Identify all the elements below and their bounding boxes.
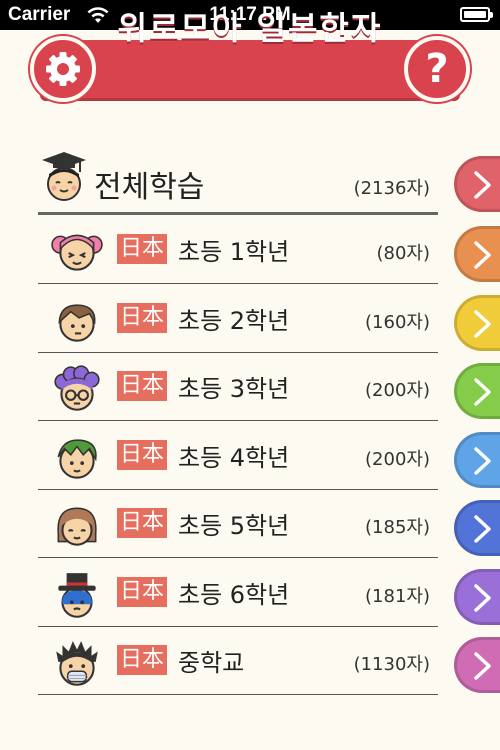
chevron-right-icon — [474, 171, 491, 199]
japan-badge: 日本 — [117, 576, 168, 607]
brown-hair-boy-avatar — [58, 303, 96, 342]
grade-label: 중학교 — [178, 649, 245, 677]
grade-count: (181자) — [365, 585, 430, 607]
gear-icon — [46, 52, 80, 86]
grade-count: (185자) — [365, 517, 430, 538]
grade-label: 초등 5학년 — [178, 512, 290, 540]
divider — [38, 694, 438, 695]
japan-badge: 日本 — [117, 234, 168, 264]
divider — [38, 420, 438, 421]
grade-count: (80자) — [376, 243, 430, 264]
grade-arrow-button[interactable] — [454, 637, 500, 693]
japan-badge: 日本 — [117, 371, 168, 401]
japan-badge: 日本 — [117, 645, 168, 675]
grade-arrow-button[interactable] — [454, 363, 500, 419]
purple-curly-hair-glasses-avatar — [54, 365, 100, 411]
divider — [38, 212, 438, 215]
chevron-right-icon — [474, 378, 491, 406]
grade-label: 초등 2학년 — [178, 306, 290, 335]
divider — [38, 557, 438, 558]
all-study-count: (2136자) — [353, 178, 430, 199]
chevron-right-icon — [474, 309, 491, 338]
grade-label: 초등 6학년 — [178, 580, 290, 609]
spiky-hair-mask-avatar — [56, 641, 98, 686]
brown-bob-girl-avatar — [57, 507, 97, 546]
all-study-label: 전체학습 — [94, 170, 205, 205]
chevron-right-icon — [474, 652, 491, 680]
grade-label: 초등 3학년 — [178, 375, 290, 403]
chevron-right-icon — [474, 241, 491, 269]
all-study-arrow-button[interactable] — [454, 156, 500, 212]
grade-arrow-button[interactable] — [454, 294, 500, 351]
grade-label: 초등 4학년 — [178, 443, 290, 472]
settings-button[interactable] — [30, 36, 96, 102]
divider — [38, 488, 438, 490]
divider — [38, 625, 438, 627]
grade-count: (200자) — [365, 380, 430, 401]
chevron-right-icon — [474, 446, 491, 475]
japan-badge: 日本 — [117, 439, 168, 470]
help-icon: ? — [425, 46, 449, 92]
grade-arrow-button[interactable] — [454, 431, 500, 488]
help-button[interactable]: ? — [404, 36, 470, 102]
green-hair-boy-avatar — [57, 438, 97, 479]
grade-arrow-button[interactable] — [454, 226, 500, 282]
grade-arrow-button[interactable] — [454, 500, 500, 556]
chevron-right-icon — [474, 583, 491, 612]
grade-label: 초등 1학년 — [178, 238, 290, 266]
grade-count: (160자) — [365, 311, 430, 333]
chevron-right-icon — [474, 515, 491, 543]
divider — [38, 283, 438, 284]
divider — [38, 351, 438, 353]
pink-pigtails-girl-avatar — [51, 234, 103, 271]
japan-badge: 日本 — [117, 508, 168, 538]
grade-count: (200자) — [365, 448, 430, 470]
top-hat-boy-avatar — [58, 572, 96, 618]
japan-badge: 日本 — [117, 302, 168, 333]
grade-arrow-button[interactable] — [454, 568, 500, 625]
graduate-student-avatar — [42, 152, 86, 201]
grade-count: (1130자) — [353, 654, 430, 675]
